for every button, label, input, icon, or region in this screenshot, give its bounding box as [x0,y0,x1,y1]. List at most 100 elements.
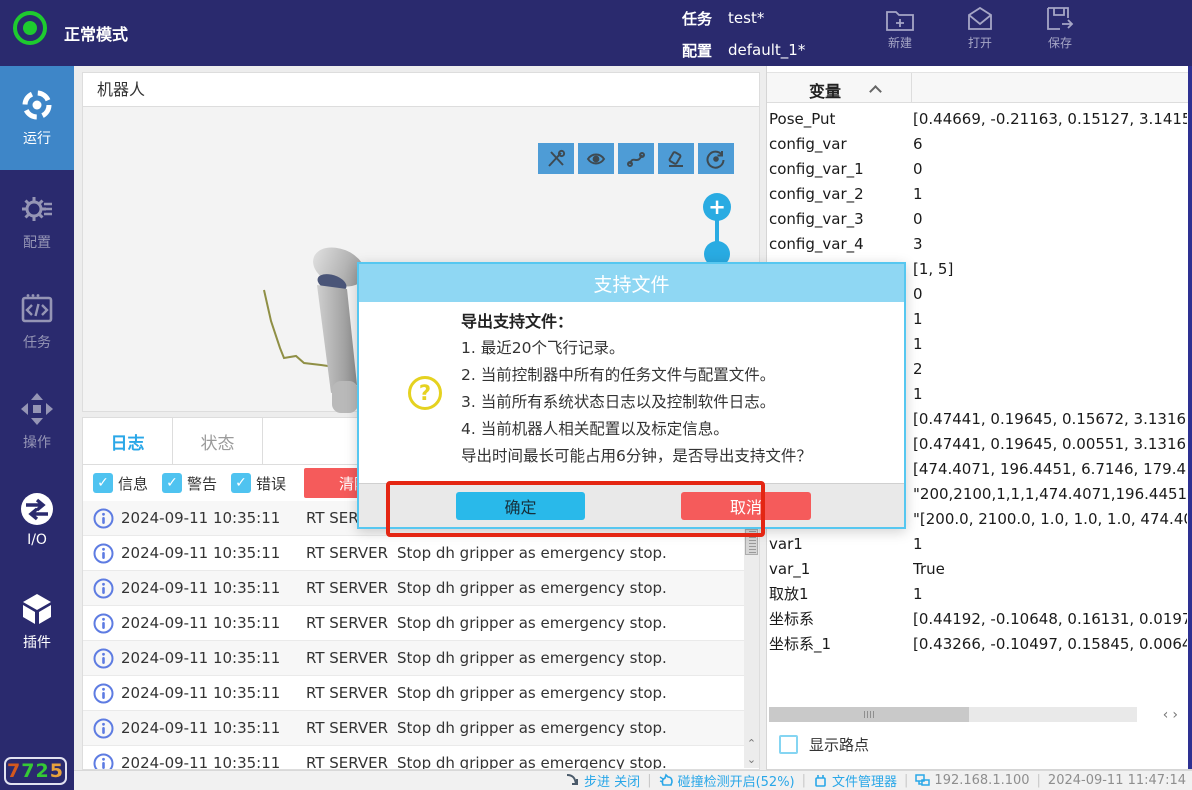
counter-badge: 7 7 2 5 [4,757,67,785]
dialog-body-text: 导出支持文件： 1. 最近20个飞行记录。2. 当前控制器中所有的任务文件与配置… [461,308,812,470]
plugin-cube-icon [20,592,54,626]
show-waypoints-checkbox[interactable] [779,735,798,754]
dialog-line: 3. 当前所有系统状态日志以及控制软件日志。 [461,389,812,416]
variable-row[interactable]: config_var 6 [769,131,1187,156]
info-icon [93,753,114,770]
variables-title: 变量 [809,78,841,102]
log-timestamp: 2024-09-11 10:35:11 [121,754,306,769]
log-source: RT SERVER [306,579,397,597]
info-checkbox[interactable]: ✓ [93,473,113,493]
config-value: default_1* [728,41,805,59]
variable-value: 1 [913,535,1187,553]
panel-scrollbar[interactable] [1188,66,1192,769]
variable-row[interactable]: config_var_3 0 [769,206,1187,231]
viewport-toolbar [538,143,734,174]
save-button[interactable]: 保存 [1032,4,1088,51]
tab-log[interactable]: 日志 [83,418,173,464]
mode-label: 正常模式 [64,0,128,66]
scroll-down-icon[interactable]: ⌄ [744,751,759,767]
task-value: test* [728,9,764,27]
badge-digit: 7 [7,760,21,782]
horizontal-scrollbar[interactable] [769,707,1137,722]
dialog-title-bar[interactable]: 支持文件 [359,264,904,302]
collision-item[interactable]: 碰撞检测开启(52%) [659,771,795,790]
log-row[interactable]: 2024-09-11 10:35:11 RT SERVER Stop dh gr… [83,536,744,571]
badge-digit: 5 [50,760,64,782]
error-checkbox[interactable]: ✓ [231,473,251,493]
clock: 2024-09-11 11:47:14 [1048,773,1186,788]
sidebar-item-run[interactable]: 运行 [0,66,74,170]
new-button[interactable]: 新建 [872,4,928,51]
sidebar-item-label: 操作 [23,432,51,452]
tab-status[interactable]: 状态 [173,418,263,464]
variable-name: config_var_1 [769,160,913,178]
variables-header[interactable]: 变量 [767,72,1188,103]
log-row[interactable]: 2024-09-11 10:35:11 RT SERVER Stop dh gr… [83,571,744,606]
log-row[interactable]: 2024-09-11 10:35:11 RT SERVER Stop dh gr… [83,711,744,746]
scroll-right-icon[interactable]: › [1172,707,1178,723]
log-source: RT SERVER [306,684,397,702]
variable-row[interactable]: 坐标系 [0.44192, -0.10648, 0.16131, 0.01975… [769,606,1187,631]
sidebar-item-io[interactable]: I/O [0,470,74,570]
variable-row[interactable]: Pose_Put [0.44669, -0.21163, 0.15127, 3.… [769,106,1187,131]
log-source: RT SERVER [306,649,397,667]
variable-name: 坐标系_1 [769,633,913,654]
log-row[interactable]: 2024-09-11 10:35:11 RT SERVER Stop dh gr… [83,676,744,711]
variable-row[interactable]: var1 1 [769,531,1187,556]
separator: | [802,773,806,788]
variable-value: True [913,560,1187,578]
robot-panel-header: 机器人 [83,73,759,107]
variable-row[interactable]: 坐标系_1 [0.43266, -0.10497, 0.15845, 0.006… [769,631,1187,656]
variable-row[interactable]: 取放1 1 [769,581,1187,606]
reset-view-button[interactable] [698,143,734,174]
question-icon: ? [408,376,442,410]
separator: | [1037,773,1041,788]
log-row[interactable]: 2024-09-11 10:35:11 RT SERVER Stop dh gr… [83,606,744,641]
robot-arm-3d-view[interactable] [253,223,373,413]
file-manager-item[interactable]: 文件管理器 [813,771,897,790]
add-waypoint-button[interactable]: + [703,193,731,221]
show-waypoints-label: 显示路点 [809,734,869,755]
variable-name: var_1 [769,560,913,578]
log-scrollbar[interactable]: ⌃ ⌄ [744,501,759,768]
visibility-button[interactable] [578,143,614,174]
erase-button[interactable] [658,143,694,174]
tools-icon [546,149,566,169]
path-button[interactable] [618,143,654,174]
sidebar-item-task[interactable]: 任务 [0,270,74,370]
horizontal-scroll-buttons: ‹ › [1163,707,1178,723]
log-row[interactable]: 2024-09-11 10:35:11 RT SERVER Stop dh gr… [83,746,744,769]
scroll-up-icon[interactable]: ⌃ [744,735,759,751]
tools-button[interactable] [538,143,574,174]
collision-icon [659,773,674,788]
warning-checkbox[interactable]: ✓ [162,473,182,493]
variable-value: 1 [913,385,1187,403]
save-icon [1044,4,1076,34]
log-timestamp: 2024-09-11 10:35:11 [121,544,306,562]
log-timestamp: 2024-09-11 10:35:11 [121,684,306,702]
open-button[interactable]: 打开 [952,4,1008,51]
sidebar-item-jog[interactable]: 操作 [0,370,74,470]
sidebar-item-label: I/O [27,532,47,548]
sidebar-item-config[interactable]: 配置 [0,170,74,270]
log-message: Stop dh gripper as emergency stop. [397,614,667,632]
robot-panel-title: 机器人 [97,73,759,106]
sidebar-item-plugin[interactable]: 插件 [0,570,74,670]
variable-row[interactable]: config_var_2 1 [769,181,1187,206]
task-code-icon [20,292,54,326]
scroll-left-icon[interactable]: ‹ [1163,707,1169,723]
variable-name: config_var_4 [769,235,913,253]
sidebar-item-label: 任务 [23,332,51,352]
horizontal-scrollbar-thumb[interactable] [769,707,969,722]
variable-value: [1, 5] [913,260,1187,278]
step-mode-item[interactable]: 步进 关闭 [565,771,640,790]
path-icon [626,149,646,169]
log-row[interactable]: 2024-09-11 10:35:11 RT SERVER Stop dh gr… [83,641,744,676]
badge-digit: 2 [36,760,50,782]
eraser-icon [666,149,686,169]
variable-row[interactable]: var_1 True [769,556,1187,581]
variable-row[interactable]: config_var_4 3 [769,231,1187,256]
variable-row[interactable]: config_var_1 0 [769,156,1187,181]
network-item[interactable]: 192.168.1.100 [915,773,1029,788]
collapse-caret-icon[interactable] [869,85,882,98]
